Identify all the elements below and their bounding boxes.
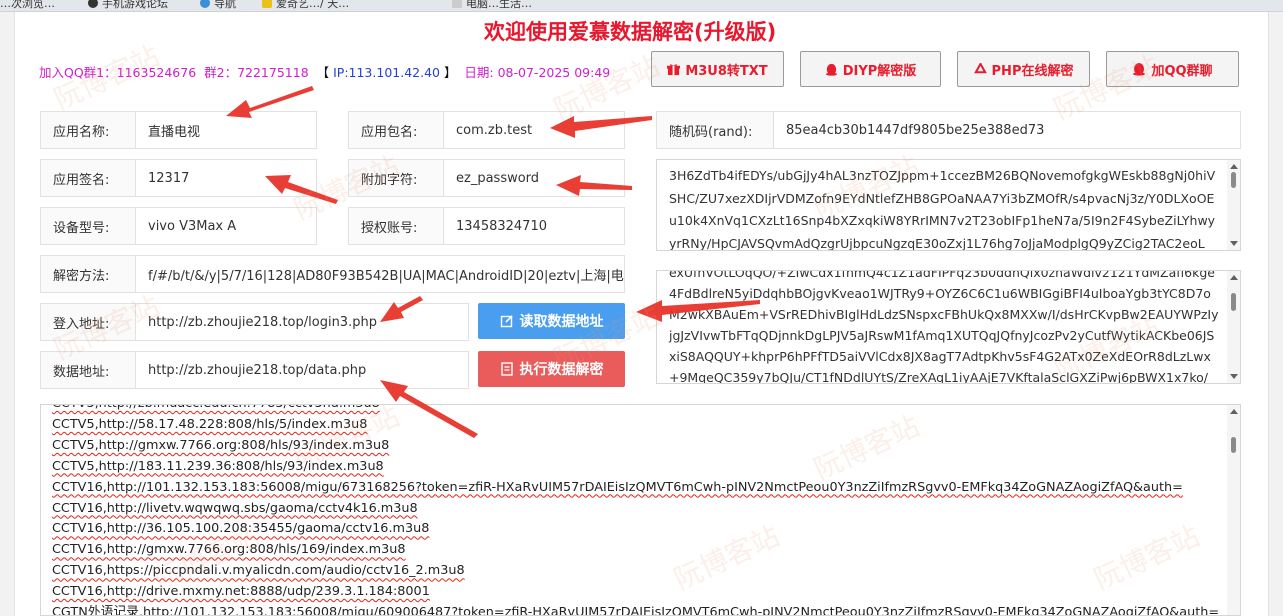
browser-bookmarks-bar: …次浏览… 手机游戏论坛 导航 爱奇艺…/ 天… 电脑…生活… <box>0 0 1283 12</box>
folder-icon <box>262 0 272 8</box>
textarea-scrollbar[interactable] <box>1227 160 1240 250</box>
output-lines: CCTV5,http://zb.muacc.edu.cn:7785/cctv5h… <box>41 405 1240 616</box>
app-name-label: 应用名称: <box>41 112 136 148</box>
ip-bracket-open: 【 <box>316 65 334 80</box>
data-url-label: 数据地址: <box>41 352 136 388</box>
bookmark-tab[interactable]: 导航 <box>200 0 236 10</box>
php-online-decrypt-button[interactable]: PHP在线解密 <box>957 51 1090 87</box>
extra-chars-label: 附加字符: <box>349 160 444 196</box>
scroll-up-icon[interactable] <box>1230 275 1238 280</box>
qq-penguin-icon <box>825 63 837 76</box>
info-line: 加入QQ群1：1163524676 群2：722175118 【 IP:113.… <box>39 62 610 81</box>
login-url-field: 登入地址: http://zb.zhoujie218.top/login3.ph… <box>40 303 469 341</box>
auth-account-input[interactable]: 13458324710 <box>444 208 624 244</box>
bookmark-tab[interactable]: 电脑…生活… <box>452 0 532 10</box>
app-name-field: 应用名称: 直播电视 <box>40 111 317 149</box>
output-line: CCTV5,http://gmxw.7766.org:808/hls/93/in… <box>52 437 390 453</box>
diyp-decrypt-button[interactable]: DIYP解密版 <box>800 51 941 87</box>
textarea-scrollbar[interactable] <box>1227 271 1240 383</box>
data-url-field: 数据地址: http://zb.zhoujie218.top/data.php <box>40 351 469 389</box>
rand-code-input[interactable]: 85ea4cb30b1447df9805be25e388ed73 <box>774 112 1240 148</box>
login-url-input[interactable]: http://zb.zhoujie218.top/login3.php <box>136 304 468 340</box>
output-line: CCTV16,http://gmxw.7766.org:808/hls/169/… <box>52 542 406 558</box>
ip-address: IP:113.101.42.40 <box>333 65 440 80</box>
output-line: CCTV16,https://piccpndali.v.myalicdn.com… <box>52 563 465 579</box>
decrypted-data-text: exUfnVOtLOqQO/+ZIwCdx1fnmQ4c1Z1adFIPFq23… <box>669 270 1219 384</box>
scroll-thumb[interactable] <box>1231 172 1236 188</box>
gift-icon <box>667 63 681 75</box>
decrypt-method-field: 解密方法: f/#/b/t/&/y|5/7/16|128|AD80F93B542… <box>40 255 625 293</box>
bookmark-tab[interactable]: 爱奇艺…/ 天… <box>262 0 349 10</box>
decrypted-data-textarea[interactable]: exUfnVOtLOqQO/+ZIwCdx1fnmQ4c1Z1adFIPFq23… <box>656 270 1241 384</box>
app-signature-label: 应用签名: <box>41 160 136 196</box>
recycle-icon <box>973 62 987 73</box>
link-icon <box>200 0 210 8</box>
data-url-input[interactable]: http://zb.zhoujie218.top/data.php <box>136 352 468 388</box>
output-textarea[interactable]: CCTV5,http://zb.muacc.edu.cn:7785/cctv5h… <box>40 404 1241 616</box>
github-icon <box>88 0 98 8</box>
bookmark-tab[interactable]: …次浏览… <box>0 0 55 10</box>
encrypted-data-text: 3H6ZdTb4ifEDYs/ubGjJy4hAL3nzTOZJppm+1cce… <box>669 168 1216 251</box>
auth-account-field: 授权账号: 13458324710 <box>348 207 625 245</box>
output-line: CCTV16,http://drive.mxmy.net:8888/udp/23… <box>52 584 430 600</box>
device-model-input[interactable]: vivo V3Max A <box>136 208 316 244</box>
qq-group-2-number[interactable]: 722175118 <box>237 65 309 80</box>
extra-chars-input[interactable]: ez_password <box>444 160 624 196</box>
scroll-thumb[interactable] <box>1231 293 1236 311</box>
output-line: CGTN外语记录,http://101.132.153.183:56008/mi… <box>52 605 1220 616</box>
app-signature-input[interactable]: 12317 <box>136 160 316 196</box>
rand-code-field: 随机码(rand): 85ea4cb30b1447df9805be25e388e… <box>656 111 1241 149</box>
scroll-up-icon[interactable] <box>1230 164 1238 169</box>
bookmark-tab[interactable]: 手机游戏论坛 <box>88 0 168 10</box>
package-name-field: 应用包名: com.zb.test <box>348 111 625 149</box>
device-model-field: 设备型号: vivo V3Max A <box>40 207 317 245</box>
auth-account-label: 授权账号: <box>349 208 444 244</box>
decrypt-method-label: 解密方法: <box>41 256 136 292</box>
package-name-input[interactable]: com.zb.test <box>444 112 624 148</box>
output-scrollbar[interactable] <box>1227 405 1240 615</box>
extra-chars-field: 附加字符: ez_password <box>348 159 625 197</box>
qq-penguin-icon <box>1133 63 1146 76</box>
m3u8-to-txt-button[interactable]: M3U8转TXT <box>651 51 784 87</box>
qq-group-1-number[interactable]: 1163524676 <box>117 65 197 80</box>
output-line: CCTV16,http://101.132.153.183:56008/migu… <box>52 479 1183 495</box>
scroll-down-icon[interactable] <box>1230 374 1238 379</box>
edit-icon <box>500 315 513 328</box>
package-name-label: 应用包名: <box>349 112 444 148</box>
login-url-label: 登入地址: <box>41 304 136 340</box>
output-line: CCTV16,http://36.105.100.208:35455/gaoma… <box>52 521 430 537</box>
execute-decrypt-button[interactable]: 执行数据解密 <box>478 351 625 387</box>
device-model-label: 设备型号: <box>41 208 136 244</box>
decrypt-method-input[interactable]: f/#/b/t/&/y|5/7/16|128|AD80F93B542B|UA|M… <box>136 256 624 292</box>
qq-group-2-label: 群2： <box>204 65 238 80</box>
app-signature-field: 应用签名: 12317 <box>40 159 317 197</box>
ip-bracket-close: 】 <box>439 65 457 80</box>
page-icon <box>452 0 462 8</box>
document-icon <box>500 362 513 376</box>
output-line: CCTV5,http://183.11.239.36:808/hls/93/in… <box>52 458 384 474</box>
page-title: 欢迎使用爱慕数据解密(升级版) <box>484 20 777 44</box>
qq-group-1-label: 加入QQ群1： <box>39 65 117 80</box>
scroll-thumb[interactable] <box>1231 437 1236 453</box>
read-data-url-button[interactable]: 读取数据地址 <box>478 303 625 339</box>
output-line: CCTV5,http://58.17.48.228:808/hls/5/inde… <box>52 416 368 432</box>
app-name-input[interactable]: 直播电视 <box>136 112 316 148</box>
scroll-down-icon[interactable] <box>1230 241 1238 246</box>
date-text: 日期: 08-07-2025 09:49 <box>464 65 611 80</box>
scroll-up-icon[interactable] <box>1230 409 1238 414</box>
rand-code-label: 随机码(rand): <box>657 112 774 148</box>
output-line: CCTV16,http://livetv.wqwqwq.sbs/gaoma/cc… <box>52 500 418 516</box>
join-qq-group-button[interactable]: 加QQ群聊 <box>1106 51 1239 87</box>
encrypted-data-textarea[interactable]: 3H6ZdTb4ifEDYs/ubGjJy4hAL3nzTOZJppm+1cce… <box>656 159 1241 251</box>
output-line: CCTV5,http://zb.muacc.edu.cn:7785/cctv5h… <box>52 405 1220 415</box>
